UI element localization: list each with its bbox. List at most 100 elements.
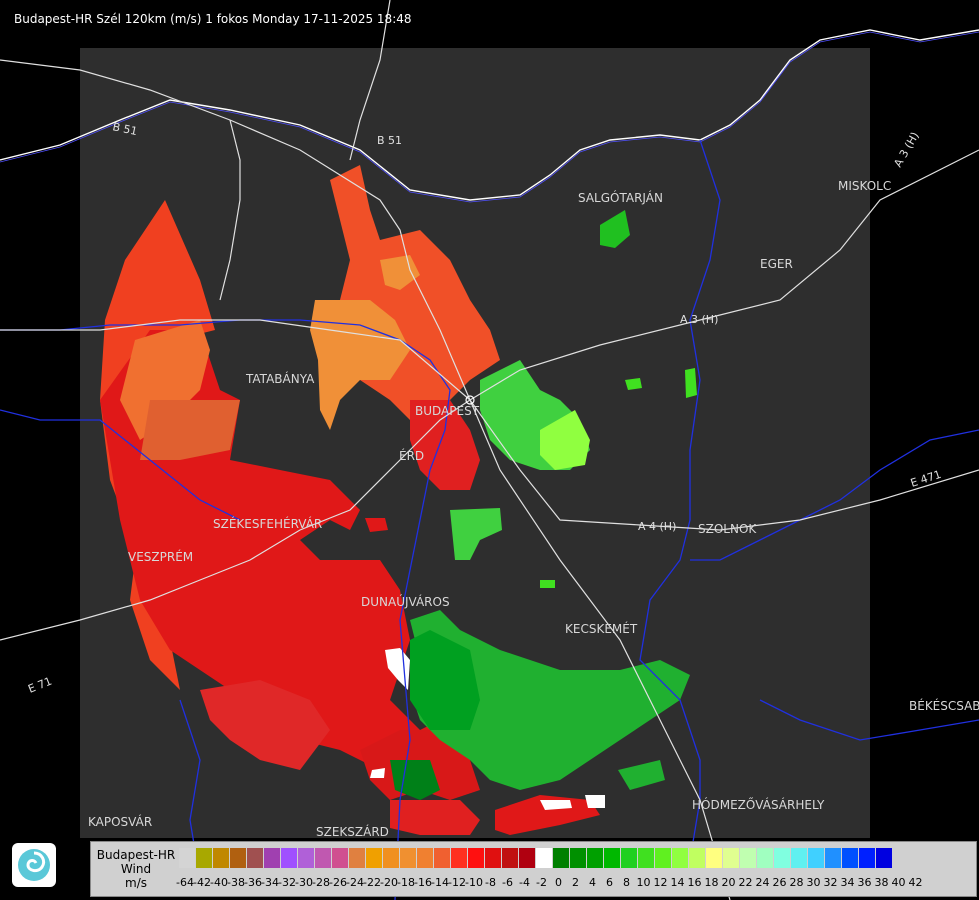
legend-tick-label: -38 — [227, 876, 245, 889]
legend-tick-label: -18 — [397, 876, 415, 889]
legend-swatch — [315, 848, 332, 868]
radar-map[interactable]: SALGÓTARJÁN MISKOLC EGER TATABÁNYA BUDAP… — [0, 0, 979, 900]
legend-swatches — [179, 848, 893, 868]
place-kecskemet: KECSKEMÉT — [565, 621, 638, 636]
color-legend: Budapest-HR Wind m/s -64 -42 -40 -38 -36 -34-… — [90, 841, 977, 897]
legend-unit: m/s — [125, 876, 147, 890]
legend-swatch — [859, 848, 876, 868]
place-budapest: BUDAPEST — [415, 404, 480, 418]
legend-swatch — [247, 848, 264, 868]
place-szekszard: SZEKSZÁRD — [316, 824, 389, 839]
legend-swatch — [434, 848, 451, 868]
legend-swatch — [757, 848, 774, 868]
legend-title: Budapest-HR Wind m/s — [95, 848, 177, 890]
legend-swatch — [621, 848, 638, 868]
page-title: Budapest-HR Szél 120km (m/s) 1 fokos Mon… — [14, 12, 412, 26]
legend-swatch — [825, 848, 842, 868]
legend-tick-label: -42 — [193, 876, 211, 889]
legend-tick-label: 32 — [823, 876, 838, 889]
legend-swatch — [230, 848, 247, 868]
legend-title-line2: Wind — [120, 862, 152, 876]
legend-tick-label: 42 — [908, 876, 923, 889]
legend-swatch — [349, 848, 366, 868]
legend-swatch — [553, 848, 570, 868]
legend-tick-label: -22 — [363, 876, 381, 889]
legend-swatch — [519, 848, 536, 868]
legend-swatch — [842, 848, 859, 868]
legend-tick-label: 10 — [636, 876, 651, 889]
legend-swatch — [451, 848, 468, 868]
legend-tick-label: -16 — [414, 876, 432, 889]
legend-title-line1: Budapest-HR — [96, 848, 176, 862]
legend-swatch — [400, 848, 417, 868]
legend-swatch — [468, 848, 485, 868]
legend-tick-label: -10 — [465, 876, 483, 889]
legend-tick-label: 2 — [572, 876, 579, 889]
legend-swatch — [383, 848, 400, 868]
legend-swatch — [587, 848, 604, 868]
legend-tick-label: 40 — [891, 876, 906, 889]
place-erd: ÉRD — [399, 448, 424, 463]
legend-tick-label: 8 — [623, 876, 630, 889]
legend-swatch — [366, 848, 383, 868]
place-szekesfehervar: SZÉKESFEHÉRVÁR — [213, 516, 322, 531]
legend-tick-label: 36 — [857, 876, 872, 889]
legend-tick-label: -34 — [261, 876, 279, 889]
legend-tick-label: 16 — [687, 876, 702, 889]
legend-tick-label: -30 — [295, 876, 313, 889]
road-label-a4: A 4 (H) — [638, 520, 676, 533]
legend-tick-label: -8 — [485, 876, 496, 889]
legend-swatch — [570, 848, 587, 868]
road-label-b51b: B 51 — [377, 134, 402, 147]
legend-swatch — [281, 848, 298, 868]
legend-swatch — [179, 848, 196, 868]
legend-swatch — [774, 848, 791, 868]
road-label-a3b: A 3 (H) — [891, 130, 921, 170]
legend-swatch — [638, 848, 655, 868]
legend-tick-label: -4 — [519, 876, 530, 889]
logo-icon — [12, 843, 56, 887]
legend-tick-label: 30 — [806, 876, 821, 889]
place-veszprem: VESZPRÉM — [128, 549, 193, 564]
legend-swatch — [706, 848, 723, 868]
legend-tick-label: 18 — [704, 876, 719, 889]
legend-swatch — [485, 848, 502, 868]
legend-swatch — [536, 848, 553, 868]
legend-ticks: -64 -42 -40 -38 -36 -34 -32 -30 -28 -26 -24 -22 -20-… — [176, 876, 927, 892]
legend-tick-label: -24 — [346, 876, 364, 889]
legend-tick-label: 20 — [721, 876, 736, 889]
road-label-a3a: A 3 (H) — [680, 313, 718, 326]
legend-swatch — [689, 848, 706, 868]
legend-swatch — [655, 848, 672, 868]
legend-swatch — [332, 848, 349, 868]
legend-swatch — [213, 848, 230, 868]
legend-tick-label: -36 — [244, 876, 262, 889]
road-label-e71: E 71 — [26, 675, 54, 696]
place-tatabanya: TATABÁNYA — [245, 371, 315, 386]
legend-tick-label: -26 — [329, 876, 347, 889]
legend-tick-label: -14 — [431, 876, 449, 889]
legend-swatch — [672, 848, 689, 868]
legend-tick-label: -2 — [536, 876, 547, 889]
place-bekescsaba: BÉKÉSCSABA — [909, 698, 979, 713]
place-salgotarjan: SALGÓTARJÁN — [578, 190, 663, 205]
legend-tick-label: 12 — [653, 876, 668, 889]
legend-swatch — [502, 848, 519, 868]
legend-tick-label: -6 — [502, 876, 513, 889]
legend-tick-label: -32 — [278, 876, 296, 889]
legend-tick-label: -28 — [312, 876, 330, 889]
legend-swatch — [604, 848, 621, 868]
legend-tick-label: 34 — [840, 876, 855, 889]
legend-tick-label: 6 — [606, 876, 613, 889]
legend-swatch — [298, 848, 315, 868]
legend-swatch — [196, 848, 213, 868]
place-miskolc: MISKOLC — [838, 179, 891, 193]
legend-swatch — [808, 848, 825, 868]
legend-swatch — [876, 848, 893, 868]
legend-swatch — [740, 848, 757, 868]
place-dunaujvaros: DUNAÚJVÁROS — [361, 594, 450, 609]
legend-swatch — [264, 848, 281, 868]
legend-tick-label: -20 — [380, 876, 398, 889]
legend-tick-label: 22 — [738, 876, 753, 889]
place-szolnok: SZOLNOK — [698, 522, 757, 536]
